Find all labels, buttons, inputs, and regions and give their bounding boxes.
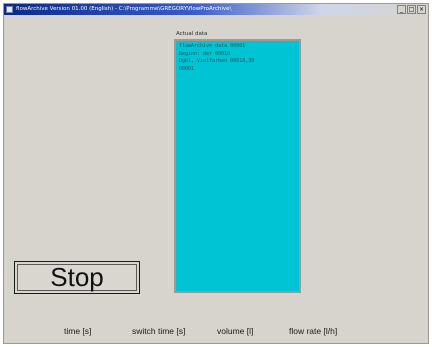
time-label: time [s] <box>64 326 92 336</box>
volume-label: volume [l] <box>217 326 254 336</box>
stop-button[interactable]: Stop <box>14 261 140 294</box>
actual-data-lines: flowArchive data 00001 Beginn: der 00010… <box>179 43 297 73</box>
data-line: Dgbl, Vielfarben 00018,30 <box>179 58 255 64</box>
actual-data-label: Actual data <box>176 31 208 37</box>
title-bar[interactable]: flowArchive Version 01.00 (English) - C:… <box>4 4 428 15</box>
actual-data-panel[interactable]: flowArchive data 00001 Beginn: der 00010… <box>174 39 301 293</box>
data-line: Beginn: der 00010 <box>179 50 231 57</box>
app-icon[interactable] <box>6 6 13 13</box>
app-window: flowArchive Version 01.00 (English) - C:… <box>3 3 429 344</box>
data-line: 00001 <box>179 65 195 72</box>
window-controls: _ □ × <box>397 5 426 14</box>
minimize-button[interactable]: _ <box>397 5 406 14</box>
maximize-button[interactable]: □ <box>407 5 416 14</box>
data-line: flowArchive data 00001 <box>179 43 246 49</box>
flow-rate-label: flow rate [l/h] <box>289 326 338 336</box>
switch-time-label: switch time [s] <box>132 326 186 336</box>
window-title: flowArchive Version 01.00 (English) - C:… <box>16 6 232 12</box>
close-button[interactable]: × <box>417 5 426 14</box>
